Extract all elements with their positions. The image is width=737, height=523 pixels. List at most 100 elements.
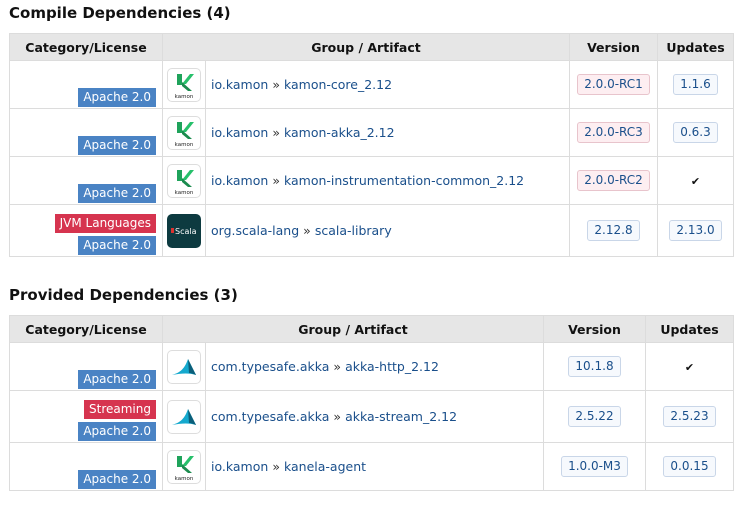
artifact-cell: io.kamon » kamon-instrumentation-common_2.… [205,156,570,205]
logo-cell: kamon [162,108,206,157]
table-row: Apache 2.0 kamon io.kamon » kanela-agent 1… [9,442,734,491]
header-version: Version [569,33,658,61]
update-cell: 2.13.0 [657,204,734,257]
up-to-date-check-icon: ✔ [690,175,701,188]
logo-cell: Scala [162,204,206,257]
table-row: Apache 2.0 kamon io.kamon » kamon-core_2.1… [9,60,734,109]
version-cell: 10.1.8 [543,342,646,391]
artifact-cell: io.kamon » kanela-agent [205,442,544,491]
artifact-link[interactable]: akka-stream_2.12 [345,409,457,424]
separator-icon: » [303,223,311,238]
version-cell: 2.12.8 [569,204,658,257]
separator-icon: » [333,359,342,374]
version-tag[interactable]: 2.5.22 [568,406,621,427]
logo-cell: kamon [162,156,206,205]
kamon-logo-icon[interactable]: kamon [167,449,201,484]
category-badge[interactable]: Streaming [84,399,156,419]
license-badge[interactable]: Apache 2.0 [78,369,156,389]
category-cell: Apache 2.0 [9,60,163,109]
version-tag[interactable]: 2.12.8 [587,220,640,241]
table-header-row: Category/License Group / Artifact Versio… [9,315,734,343]
update-cell: 2.5.23 [645,390,734,443]
svg-text:kamon: kamon [175,190,194,196]
category-cell: JVM Languages Apache 2.0 [9,204,163,257]
version-tag[interactable]: 2.0.0-RC2 [577,170,650,191]
version-tag[interactable]: 10.1.8 [568,356,621,377]
license-badge[interactable]: Apache 2.0 [78,469,156,489]
update-tag[interactable]: 2.5.23 [663,406,716,427]
separator-icon: » [272,173,280,188]
artifact-link[interactable]: akka-http_2.12 [345,359,439,374]
license-badge[interactable]: Apache 2.0 [78,235,156,255]
group-link[interactable]: io.kamon [211,77,268,92]
header-artifact: Group / Artifact [162,315,544,343]
group-link[interactable]: io.kamon [211,459,268,474]
separator-icon: » [272,125,280,140]
akka-logo-icon[interactable] [167,349,201,384]
header-artifact: Group / Artifact [162,33,570,61]
akka-logo-icon[interactable] [167,399,201,434]
version-cell: 2.0.0-RC1 [569,60,658,109]
up-to-date-check-icon: ✔ [684,361,695,374]
logo-cell [162,342,206,391]
category-cell: Apache 2.0 [9,342,163,391]
version-cell: 2.5.22 [543,390,646,443]
version-tag[interactable]: 2.0.0-RC3 [577,122,650,143]
svg-text:kamon: kamon [175,142,194,148]
group-link[interactable]: io.kamon [211,173,268,188]
version-cell: 1.0.0-M3 [543,442,646,491]
update-tag[interactable]: 0.0.15 [663,456,716,477]
artifact-link[interactable]: kanela-agent [284,459,366,474]
table-row: Apache 2.0 kamon io.kamon » kamon-instrume… [9,156,734,205]
update-tag[interactable]: 1.1.6 [673,74,718,95]
artifact-link[interactable]: kamon-instrumentation-common_2.12 [284,173,524,188]
license-badge[interactable]: Apache 2.0 [78,87,156,107]
group-link[interactable]: com.typesafe.akka [211,409,329,424]
compile-dependencies-title: Compile Dependencies (4) [9,4,231,22]
artifact-link[interactable]: kamon-akka_2.12 [284,125,395,140]
separator-icon: » [333,409,342,424]
table-row: Apache 2.0 kamon io.kamon » kamon-akka_2.1… [9,108,734,157]
version-tag[interactable]: 1.0.0-M3 [561,456,628,477]
kamon-logo-icon[interactable]: kamon [167,163,201,198]
category-cell: Streaming Apache 2.0 [9,390,163,443]
table-row: JVM Languages Apache 2.0 Scala org.scala… [9,204,734,257]
separator-icon: » [272,459,280,474]
compile-dependencies-table: Category/License Group / Artifact Versio… [9,33,734,257]
scala-logo-icon[interactable]: Scala [167,213,201,248]
license-badge[interactable]: Apache 2.0 [78,183,156,203]
artifact-link[interactable]: kamon-core_2.12 [284,77,392,92]
logo-cell [162,390,206,443]
provided-dependencies-title: Provided Dependencies (3) [9,286,238,304]
license-badge[interactable]: Apache 2.0 [78,421,156,441]
kamon-logo-icon[interactable]: kamon [167,67,201,102]
table-row: Streaming Apache 2.0 com.typesafe.akka » a… [9,390,734,443]
artifact-cell: com.typesafe.akka » akka-http_2.12 [205,342,544,391]
update-tag[interactable]: 0.6.3 [673,122,718,143]
group-link[interactable]: io.kamon [211,125,268,140]
update-tag[interactable]: 2.13.0 [669,220,722,241]
artifact-link[interactable]: scala-library [315,223,392,238]
license-badge[interactable]: Apache 2.0 [78,135,156,155]
category-cell: Apache 2.0 [9,108,163,157]
category-cell: Apache 2.0 [9,442,163,491]
update-cell: 0.0.15 [645,442,734,491]
provided-dependencies-table: Category/License Group / Artifact Versio… [9,315,734,491]
header-category: Category/License [9,315,163,343]
category-cell: Apache 2.0 [9,156,163,205]
table-row: Apache 2.0 com.typesafe.akka » akka-http_2… [9,342,734,391]
artifact-cell: com.typesafe.akka » akka-stream_2.12 [205,390,544,443]
version-tag[interactable]: 2.0.0-RC1 [577,74,650,95]
header-updates: Updates [645,315,734,343]
separator-icon: » [272,77,280,92]
header-version: Version [543,315,646,343]
header-category: Category/License [9,33,163,61]
category-badge[interactable]: JVM Languages [54,213,156,233]
version-cell: 2.0.0-RC2 [569,156,658,205]
group-link[interactable]: com.typesafe.akka [211,359,329,374]
kamon-logo-icon[interactable]: kamon [167,115,201,150]
update-cell: 0.6.3 [657,108,734,157]
group-link[interactable]: org.scala-lang [211,223,299,238]
svg-text:kamon: kamon [175,476,194,482]
artifact-cell: io.kamon » kamon-core_2.12 [205,60,570,109]
